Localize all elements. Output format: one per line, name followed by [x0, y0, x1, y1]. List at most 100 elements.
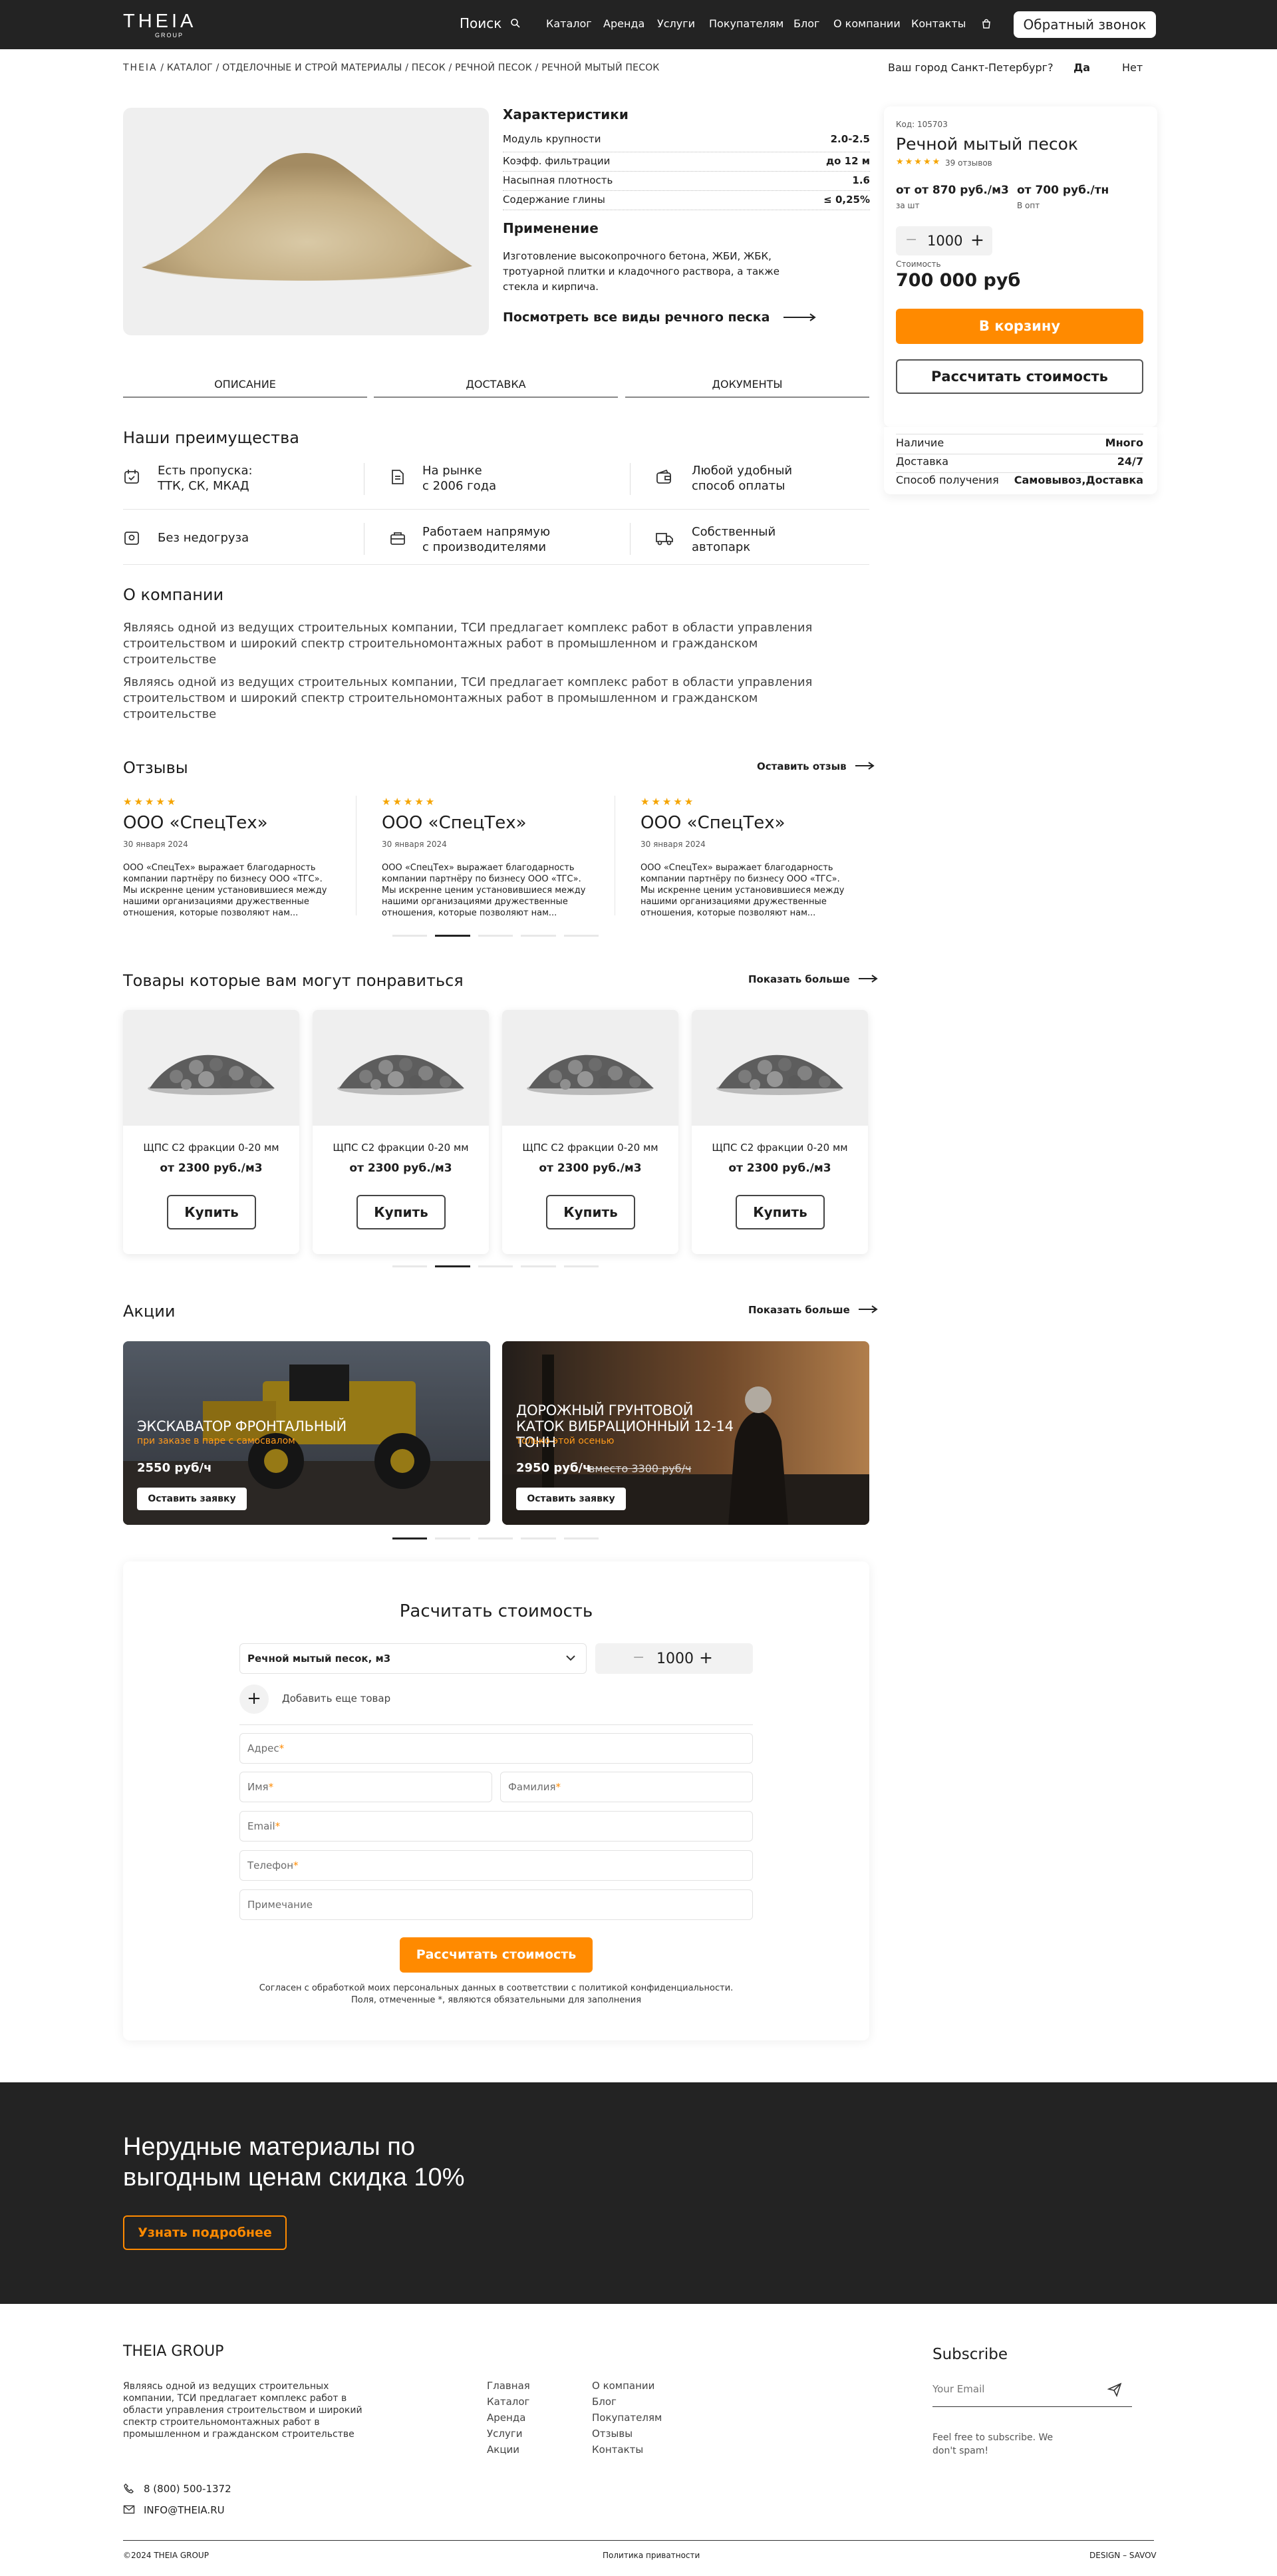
city-yes-button[interactable]: Да [1073, 61, 1090, 74]
add-product-button[interactable]: + [239, 1685, 269, 1714]
buy-button[interactable]: Купить [736, 1195, 825, 1229]
design-credit[interactable]: DESIGN – SAVOV [1089, 2551, 1157, 2560]
product-card[interactable]: ЩПС С2 фракции 0-20 мм от 2300 руб./м3 К… [123, 1010, 299, 1254]
pagination-dot[interactable] [521, 935, 556, 937]
pagination-dot-active[interactable] [435, 1265, 470, 1267]
qty-value[interactable]: 1000 [927, 233, 962, 249]
arrow-right-icon [783, 313, 816, 321]
pagination-dot[interactable] [521, 1537, 556, 1539]
search-button[interactable]: Поиск [460, 15, 520, 31]
footer-link-buyers[interactable]: Покупателям [592, 2410, 662, 2426]
buy-button[interactable]: Купить [546, 1195, 635, 1229]
product-card[interactable]: ЩПС С2 фракции 0-20 мм от 2300 руб./м3 К… [313, 1010, 489, 1254]
bag-icon[interactable] [980, 18, 992, 30]
footer-phone[interactable]: 8 (800) 500-1372 [144, 2483, 231, 2495]
arrow-right-icon [859, 1305, 878, 1313]
email-field[interactable]: Email* [239, 1811, 753, 1842]
top-navigation-bar: THEIA GROUP Поиск Каталог Аренда Услуги П… [0, 0, 1277, 49]
breadcrumb-river-sand[interactable]: РЕЧНОЙ ПЕСОК [455, 63, 532, 73]
pagination-dot[interactable] [521, 1265, 556, 1267]
calc-qty-minus[interactable]: − [633, 1649, 644, 1666]
nav-blog[interactable]: Блог [793, 17, 819, 30]
breadcrumb-catalog[interactable]: КАТАЛОГ [167, 63, 213, 73]
review-card[interactable]: ★★★★★ ООО «СпецТех» 30 января 2024 ООО «… [123, 796, 357, 919]
qty-minus-button[interactable]: − [905, 232, 917, 248]
pagination-dot[interactable] [392, 935, 428, 937]
product-card[interactable]: ЩПС С2 фракции 0-20 мм от 2300 руб./м3 К… [692, 1010, 868, 1254]
pagination-dot[interactable] [563, 1537, 599, 1539]
product-select[interactable]: Речной мытый песок, м3 [239, 1643, 587, 1674]
promo-request-button[interactable]: Оставить заявку [516, 1488, 626, 1510]
review-text: ООО «СпецТех» выражает благодарность ком… [382, 863, 586, 918]
footer-link-home[interactable]: Главная [487, 2378, 530, 2394]
calc-submit-button[interactable]: Рассчитать стоимость [400, 1937, 593, 1973]
buy-button[interactable]: Купить [356, 1195, 446, 1229]
send-icon[interactable] [1107, 2382, 1123, 2398]
calculate-cost-button[interactable]: Рассчитать стоимость [896, 359, 1143, 394]
nav-services[interactable]: Услуги [657, 17, 695, 30]
search-icon [510, 19, 520, 28]
footer-link-rent[interactable]: Аренда [487, 2410, 530, 2426]
pagination-dot-active[interactable] [392, 1537, 428, 1539]
footer-link-blog[interactable]: Блог [592, 2394, 662, 2410]
privacy-link[interactable]: Политика приватности [603, 2551, 700, 2560]
footer-nav-col-1: Главная Каталог Аренда Услуги Акции [487, 2378, 530, 2458]
breadcrumb-home[interactable]: THEIA [123, 63, 158, 73]
promo-card[interactable]: ДОРОЖНЫЙ ГРУНТОВОЙ КАТОК ВИБРАЦИОННЫЙ 12… [502, 1341, 869, 1525]
footer-email[interactable]: INFO@THEIA.RU [144, 2504, 225, 2516]
name-field[interactable]: Имя* [239, 1772, 492, 1802]
calc-qty-plus[interactable]: + [699, 1648, 713, 1667]
pagination-dot[interactable] [435, 1537, 470, 1539]
calc-qty-value[interactable]: 1000 [656, 1651, 694, 1667]
tab-documents[interactable]: ДОКУМЕНТЫ [625, 378, 869, 398]
city-no-button[interactable]: Нет [1122, 61, 1143, 74]
pagination-dot[interactable] [563, 935, 599, 937]
review-card[interactable]: ★★★★★ ООО «СпецТех» 30 января 2024 ООО «… [382, 796, 616, 919]
footer-link-promos[interactable]: Акции [487, 2442, 530, 2458]
promo-card[interactable]: ЭКСКАВАТОР ФРОНТАЛЬНЫЙ при заказе в паре… [123, 1341, 490, 1525]
promos-more-link[interactable]: Показать больше [748, 1304, 879, 1316]
callback-button[interactable]: Обратный звонок [1014, 11, 1156, 38]
nav-about[interactable]: О компании [833, 17, 901, 30]
char-row: Насыпная плотность 1.6 [503, 172, 870, 191]
banner-learn-more-button[interactable]: Узнать подробнее [123, 2215, 287, 2250]
leave-review-link[interactable]: Оставить отзыв [757, 760, 875, 772]
surname-field[interactable]: Фамилия* [500, 1772, 753, 1802]
product-card[interactable]: ЩПС С2 фракции 0-20 мм от 2300 руб./м3 К… [502, 1010, 678, 1254]
nav-buyers[interactable]: Покупателям [709, 17, 783, 30]
tab-delivery[interactable]: ДОСТАВКА [374, 378, 618, 398]
pagination-dot-active[interactable] [435, 935, 470, 937]
add-to-cart-button[interactable]: В корзину [896, 309, 1143, 344]
buy-button[interactable]: Купить [167, 1195, 256, 1229]
promo-old-price: вместо 3300 руб/ч [589, 1462, 692, 1475]
nav-contacts[interactable]: Контакты [911, 17, 966, 30]
address-field[interactable]: Адрес* [239, 1733, 753, 1764]
phone-field[interactable]: Телефон* [239, 1850, 753, 1881]
footer-link-catalog[interactable]: Каталог [487, 2394, 530, 2410]
pagination-dot[interactable] [478, 1537, 513, 1539]
add-product-label[interactable]: Добавить еще товар [282, 1692, 390, 1704]
footer-link-about[interactable]: О компании [592, 2378, 662, 2394]
note-field[interactable]: Примечание [239, 1889, 753, 1920]
tab-description[interactable]: ОПИСАНИЕ [123, 378, 367, 398]
pagination-dot[interactable] [478, 935, 513, 937]
recommend-more-link[interactable]: Показать больше [748, 973, 879, 985]
breadcrumb-materials[interactable]: ОТДЕЛОЧНЫЕ И СТРОЙ МАТЕРИАЛЫ [222, 63, 402, 73]
reviews-count[interactable]: 39 отзывов [945, 158, 992, 168]
logo[interactable]: THEIA GROUP [123, 11, 196, 39]
pagination-dot[interactable] [392, 1265, 428, 1267]
footer-link-contacts[interactable]: Контакты [592, 2442, 662, 2458]
subscribe-email-input[interactable]: Your Email [932, 2380, 1132, 2407]
pagination-dot[interactable] [563, 1265, 599, 1267]
nav-rent[interactable]: Аренда [603, 17, 644, 30]
all-sand-link[interactable]: Посмотреть все виды речного песка [503, 310, 817, 325]
review-card[interactable]: ★★★★★ ООО «СпецТех» 30 января 2024 ООО «… [640, 796, 875, 919]
qty-plus-button[interactable]: + [970, 230, 984, 249]
footer-link-services[interactable]: Услуги [487, 2426, 530, 2442]
pagination-dot[interactable] [478, 1265, 513, 1267]
footer-link-reviews[interactable]: Отзывы [592, 2426, 662, 2442]
reviews-pagination [392, 935, 599, 937]
breadcrumb-sand[interactable]: ПЕСОК [412, 63, 446, 73]
promo-request-button[interactable]: Оставить заявку [137, 1488, 247, 1510]
nav-catalog[interactable]: Каталог [546, 17, 592, 30]
